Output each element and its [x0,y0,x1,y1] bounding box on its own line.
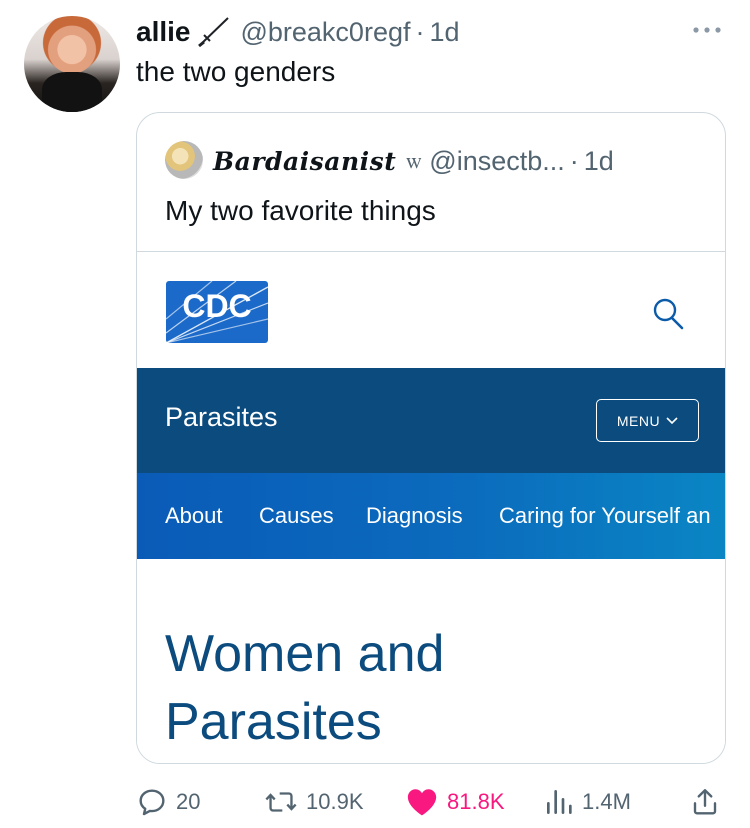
reply-count: 20 [176,789,201,814]
sword-icon [198,17,230,48]
tweet-actions: 20 10.9K 81.8K 1.4M [136,782,726,822]
repost-button[interactable]: 10.9K [264,782,364,822]
repost-icon [265,792,297,812]
article-title-line-2: Parasites [165,693,382,751]
chevron-down-icon [666,416,678,424]
quoted-tweet-media[interactable]: CDC Parasites MENU About Causes Diagnosi… [137,251,725,763]
menu-button[interactable]: MENU [596,399,699,442]
tweet-time[interactable]: 1d [429,17,459,48]
quoted-tweet-header: Bardaisanist ꮃ @insectb... · 1d [213,143,614,179]
heart-icon [407,789,437,816]
quoted-separator-dot: · [569,145,579,176]
share-icon [693,789,717,815]
more-icon[interactable] [690,20,724,40]
author-handle[interactable]: @breakc0regf [240,17,410,48]
author-avatar[interactable] [24,16,120,112]
like-count: 81.8K [447,789,505,814]
nav-item-diagnosis[interactable]: Diagnosis [366,503,463,529]
quoted-tweet-text: My two favorite things [165,195,436,226]
like-button[interactable]: 81.8K [405,782,505,822]
repost-count: 10.9K [306,789,364,814]
cdc-logo-text: CDC [182,288,251,324]
nav-item-caring[interactable]: Caring for Yourself an [499,503,711,529]
article-title: Women and Parasites [165,620,705,756]
section-title: Parasites [165,402,278,432]
separator-dot: · [415,16,425,47]
cdc-logo: CDC [166,281,268,343]
reply-icon [139,789,165,816]
quoted-author-avatar [165,141,203,179]
nav-item-about[interactable]: About [165,503,223,529]
section-nav-bar: About Causes Diagnosis Caring for Yourse… [137,473,725,559]
share-button[interactable] [690,782,720,822]
quoted-author-name-glyph: ꮃ [406,148,422,174]
menu-label: MENU [616,412,661,429]
quoted-author-handle: @insectb... [429,145,565,176]
section-header-bar: Parasites MENU [137,368,725,473]
author-display-name[interactable]: allie [136,16,190,48]
nav-item-causes[interactable]: Causes [259,503,334,529]
views-count: 1.4M [582,789,631,814]
views-button[interactable]: 1.4M [544,782,631,822]
quoted-tweet-card[interactable]: Bardaisanist ꮃ @insectb... · 1d My two f… [136,112,726,764]
tweet-header: allie @breakc0regf · 1d [136,14,460,50]
quoted-tweet-time: 1d [583,145,614,176]
quoted-author-display-name: Bardaisanist [213,146,397,176]
article-title-line-1: Women and [165,625,445,683]
reply-button[interactable]: 20 [136,782,200,822]
tweet-text: the two genders [136,56,336,87]
views-icon [547,790,572,814]
search-icon[interactable] [651,297,685,331]
